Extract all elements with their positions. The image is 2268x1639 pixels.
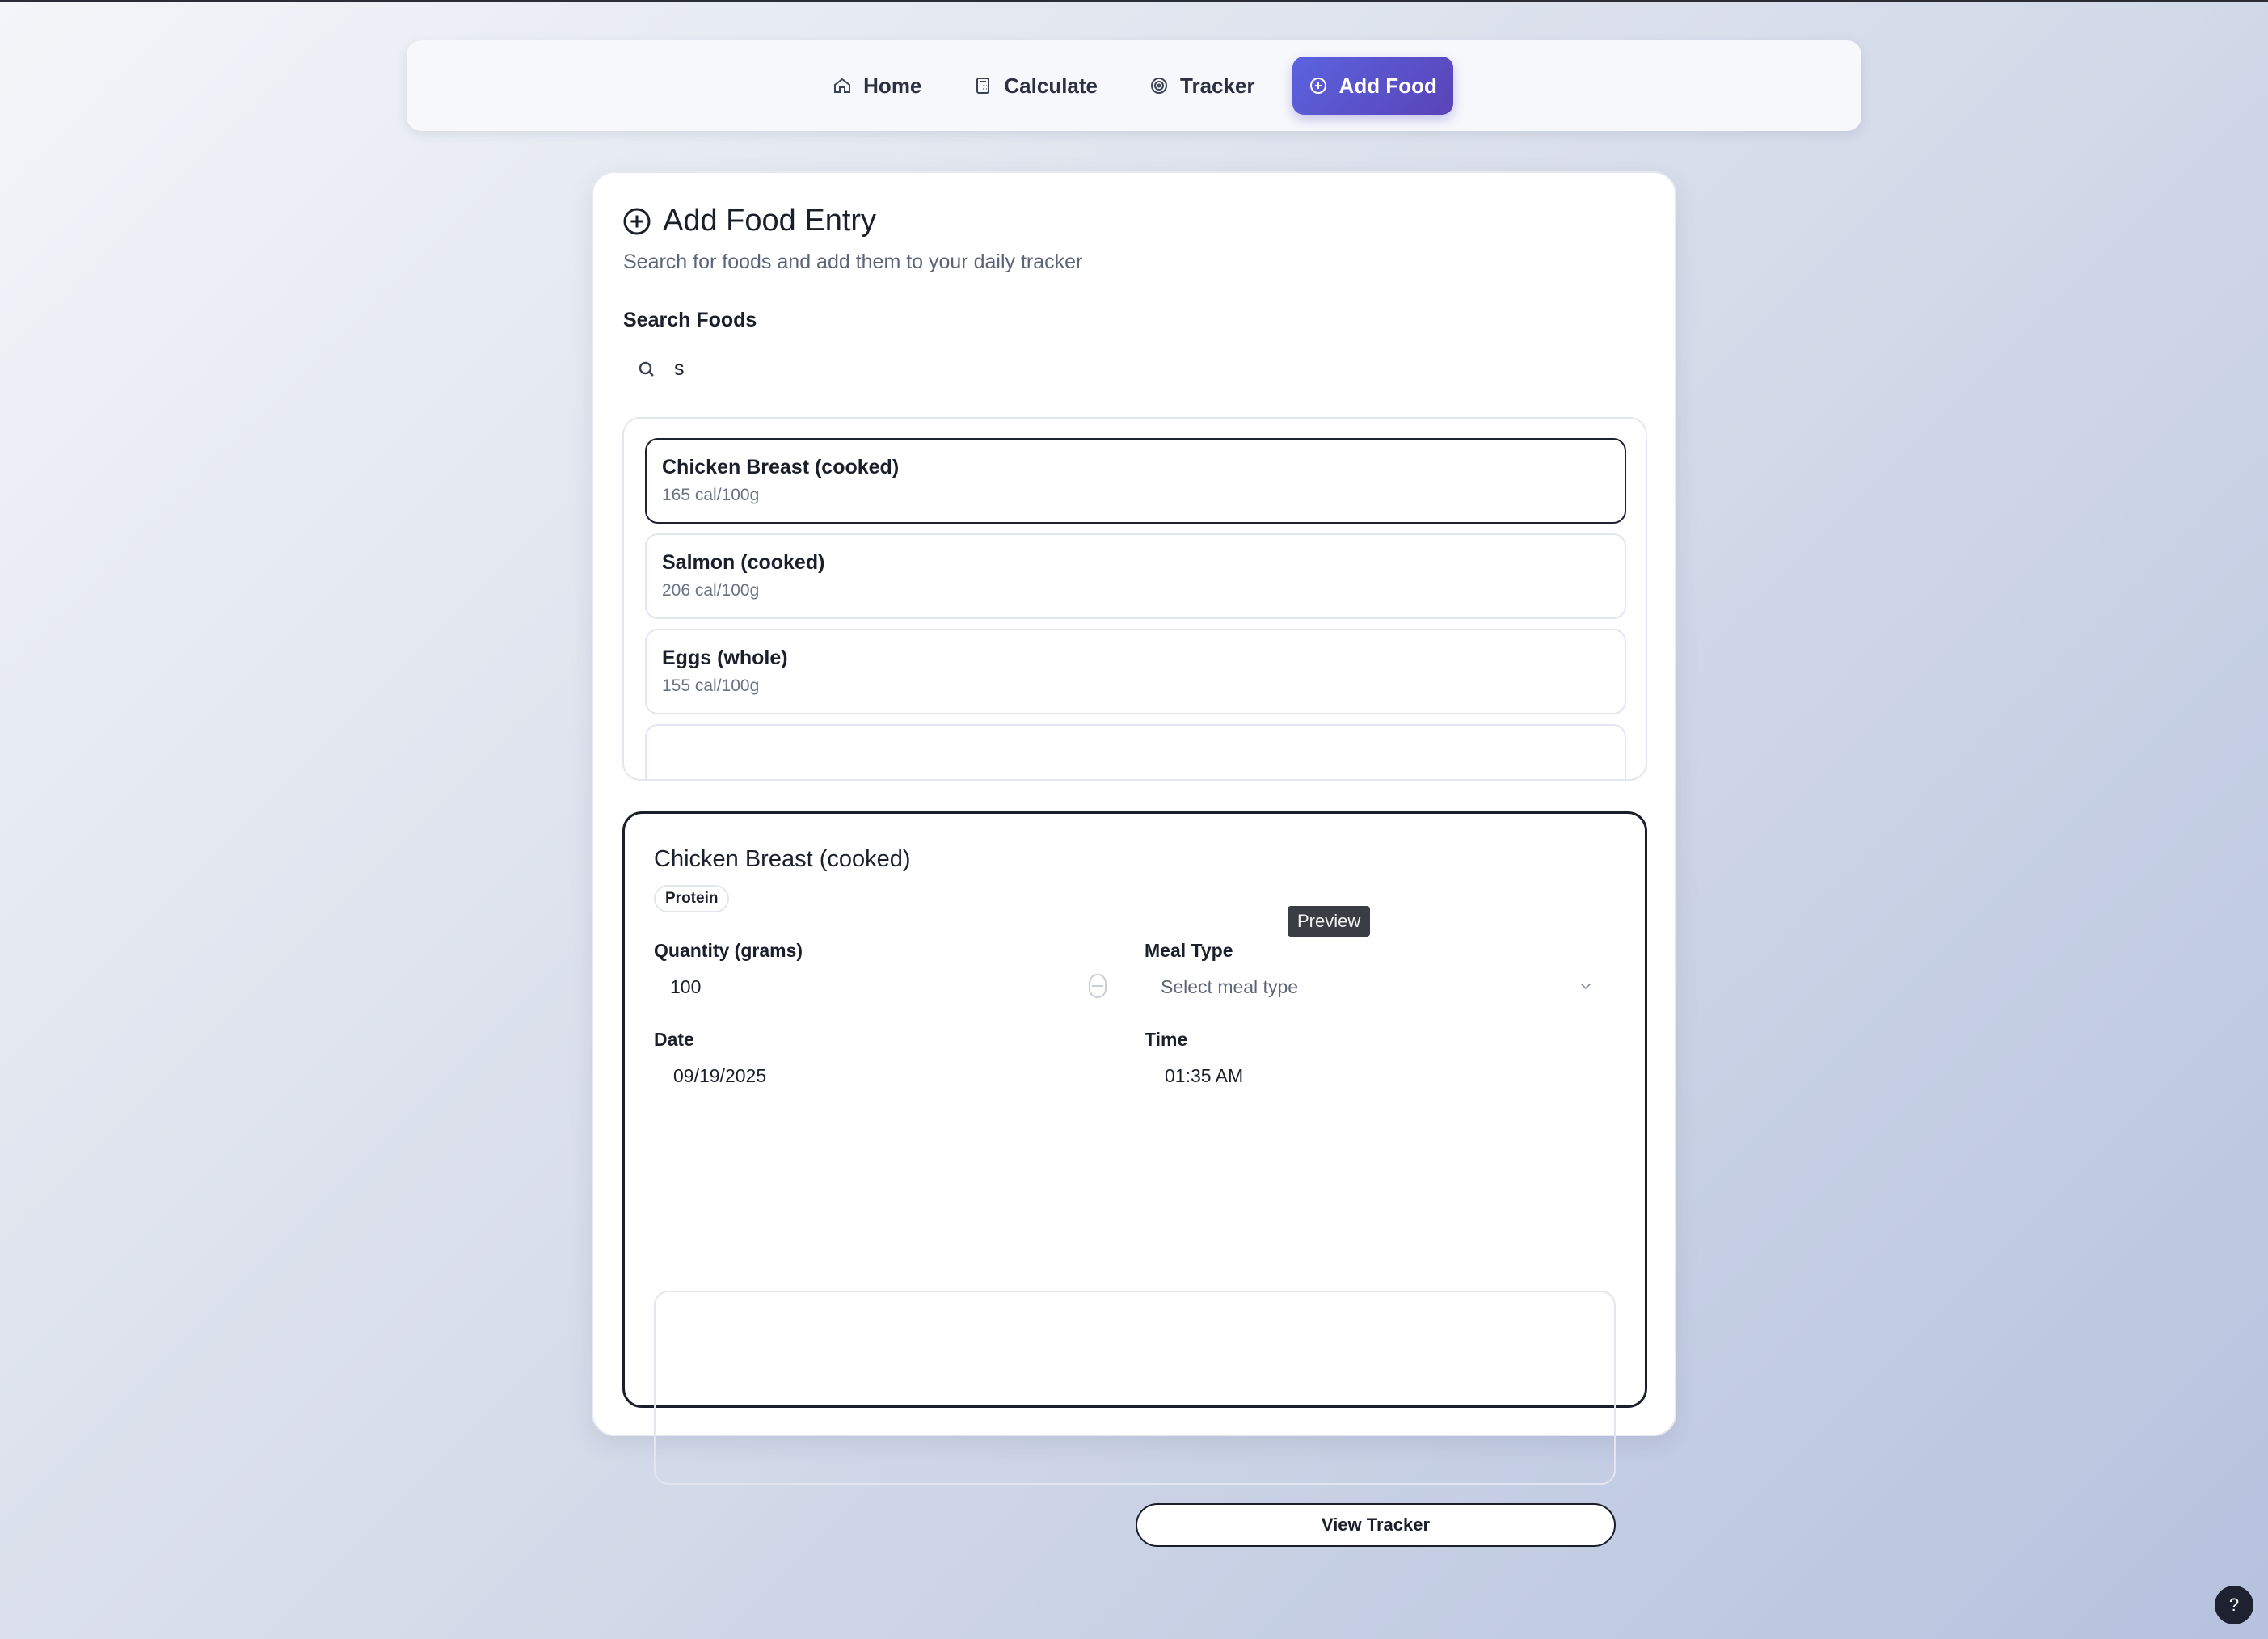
search-value[interactable]: s [674, 357, 685, 381]
quantity-stepper[interactable] [1089, 974, 1107, 998]
home-icon [834, 78, 851, 93]
nav-home[interactable]: Home [815, 57, 939, 115]
food-detail-panel: Chicken Breast (cooked) Protein Preview … [622, 811, 1647, 1547]
target-icon [1151, 78, 1168, 94]
nav-add-food[interactable]: Add Food [1292, 57, 1453, 115]
add-food-card: Add Food Entry Search for foods and add … [592, 171, 1676, 1547]
result-item-eggs[interactable]: Eggs (whole) 155 cal/100g [645, 629, 1626, 714]
search-label: Search Foods [623, 309, 757, 331]
page-subtitle: Search for foods and add them to your da… [623, 251, 1083, 273]
top-border [0, 0, 2268, 2]
plus-circle-icon [623, 208, 651, 234]
result-name: Chicken Breast (cooked) [662, 456, 900, 478]
notes-textarea[interactable] [654, 1291, 1616, 1485]
time-input[interactable]: 01:35 AM [1165, 1065, 1243, 1087]
quantity-label: Quantity (grams) [654, 940, 803, 961]
result-calories: 155 cal/100g [662, 676, 760, 695]
top-nav: Home Calculate Tracker Add Food [407, 40, 1861, 131]
nav-tracker-label: Tracker [1180, 73, 1255, 98]
date-label: Date [654, 1029, 694, 1050]
result-item-salmon[interactable]: Salmon (cooked) 206 cal/100g [645, 533, 1626, 619]
result-name: Salmon (cooked) [662, 551, 825, 574]
result-item-chicken-breast[interactable]: Chicken Breast (cooked) 165 cal/100g [645, 438, 1626, 524]
meal-type-label: Meal Type [1145, 940, 1233, 961]
search-input[interactable]: s [637, 357, 685, 381]
search-icon [639, 361, 654, 377]
preview-tooltip: Preview [1288, 906, 1371, 937]
selected-food-name: Chicken Breast (cooked) [654, 846, 911, 872]
help-button[interactable]: ? [2215, 1586, 2253, 1624]
result-name: Eggs (whole) [662, 647, 788, 669]
chevron-down-icon[interactable] [1579, 979, 1593, 993]
view-tracker-button[interactable]: View Tracker [1136, 1503, 1616, 1547]
page-title: Add Food Entry [622, 204, 876, 238]
result-calories: 165 cal/100g [662, 486, 760, 504]
quantity-input[interactable]: 100 [670, 976, 701, 998]
result-calories: 206 cal/100g [662, 581, 760, 600]
nav-tracker[interactable]: Tracker [1132, 57, 1273, 115]
nav-home-label: Home [863, 73, 922, 98]
page-title-text: Add Food Entry [663, 204, 877, 238]
category-badge: Protein [654, 885, 730, 912]
meal-type-select[interactable]: Select meal type [1161, 976, 1298, 998]
nav-calculate-label: Calculate [1004, 73, 1098, 98]
time-label: Time [1145, 1029, 1188, 1050]
nav-add-food-label: Add Food [1338, 73, 1437, 98]
plus-circle-icon [1309, 78, 1326, 94]
nav-calculate[interactable]: Calculate [955, 57, 1115, 115]
calculator-icon [976, 78, 990, 94]
result-item-partial[interactable] [645, 724, 1626, 779]
date-input[interactable]: 09/19/2025 [673, 1065, 766, 1087]
search-results-list[interactable]: Chicken Breast (cooked) 165 cal/100g Sal… [622, 417, 1647, 781]
